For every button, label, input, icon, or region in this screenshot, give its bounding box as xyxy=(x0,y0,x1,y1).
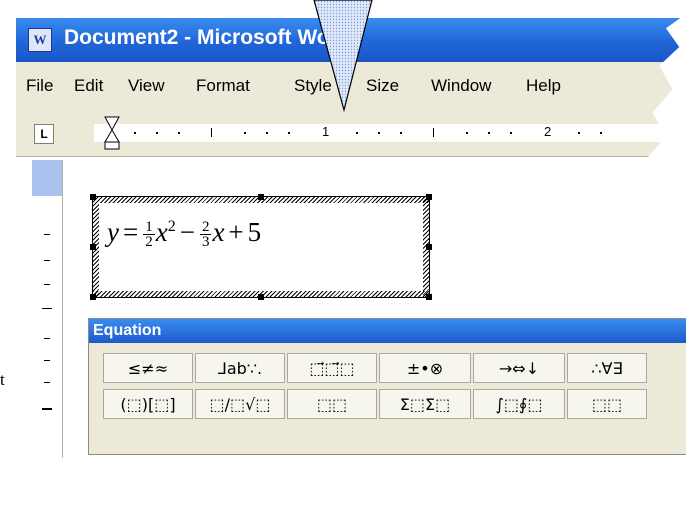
callout-arrow-icon xyxy=(313,0,373,112)
menu-file[interactable]: File xyxy=(26,76,53,96)
ruler-track xyxy=(94,124,686,142)
equation-toolbar-title[interactable]: Equation xyxy=(89,319,686,343)
side-text: t xyxy=(0,370,5,389)
vruler-margin xyxy=(32,160,62,196)
resize-handle[interactable] xyxy=(90,244,96,250)
resize-handle[interactable] xyxy=(258,194,264,200)
indent-marker-icon[interactable] xyxy=(104,116,120,150)
embellishments-button[interactable]: ⬚⃗⬚⃗⬚ xyxy=(287,353,377,383)
resize-handle[interactable] xyxy=(426,194,432,200)
resize-handle[interactable] xyxy=(258,294,264,300)
operator-symbols-button[interactable]: ±•⊗ xyxy=(379,353,471,383)
resize-handle[interactable] xyxy=(426,294,432,300)
menu-help[interactable]: Help xyxy=(526,76,561,96)
relational-symbols-button[interactable]: ≤≠≈ xyxy=(103,353,193,383)
menu-window[interactable]: Window xyxy=(431,76,491,96)
menu-edit[interactable]: Edit xyxy=(74,76,103,96)
fence-templates-button[interactable]: (⬚)[⬚] xyxy=(103,389,193,419)
resize-handle[interactable] xyxy=(90,294,96,300)
resize-handle[interactable] xyxy=(426,244,432,250)
logical-symbols-button[interactable]: ∴∀∃ xyxy=(567,353,647,383)
integral-templates-button[interactable]: ∫⬚∮⬚ xyxy=(473,389,565,419)
subscript-superscript-templates-button[interactable]: ⬚⬚ xyxy=(287,389,377,419)
resize-handle[interactable] xyxy=(90,194,96,200)
ruler-number: 1 xyxy=(322,124,330,139)
underbar-overbar-templates-button[interactable]: ⬚⬚ xyxy=(567,389,647,419)
ruler-number: 2 xyxy=(544,124,552,139)
menu-view[interactable]: View xyxy=(128,76,165,96)
word-doc-icon: W xyxy=(28,28,52,52)
equation-toolbar: Equation ≤≠≈ ⅃ab∵. ⬚⃗⬚⃗⬚ ±•⊗ →⇔↓ ∴∀∃ (⬚)… xyxy=(88,318,686,455)
menu-format[interactable]: Format xyxy=(196,76,250,96)
equation-formula: y = 1 2 x2−2 3 x +5 xyxy=(107,217,262,251)
horizontal-ruler: L 1 2 xyxy=(16,112,686,157)
tab-selector-button[interactable]: L xyxy=(34,124,54,144)
equation-object[interactable]: y = 1 2 x2−2 3 x +5 xyxy=(90,194,432,300)
fraction-radical-templates-button[interactable]: ⬚/⬚√⬚ xyxy=(195,389,285,419)
arrow-symbols-button[interactable]: →⇔↓ xyxy=(473,353,565,383)
summation-templates-button[interactable]: Σ⬚Σ⬚ xyxy=(379,389,471,419)
vertical-ruler xyxy=(32,160,63,463)
spaces-ellipses-button[interactable]: ⅃ab∵. xyxy=(195,353,285,383)
